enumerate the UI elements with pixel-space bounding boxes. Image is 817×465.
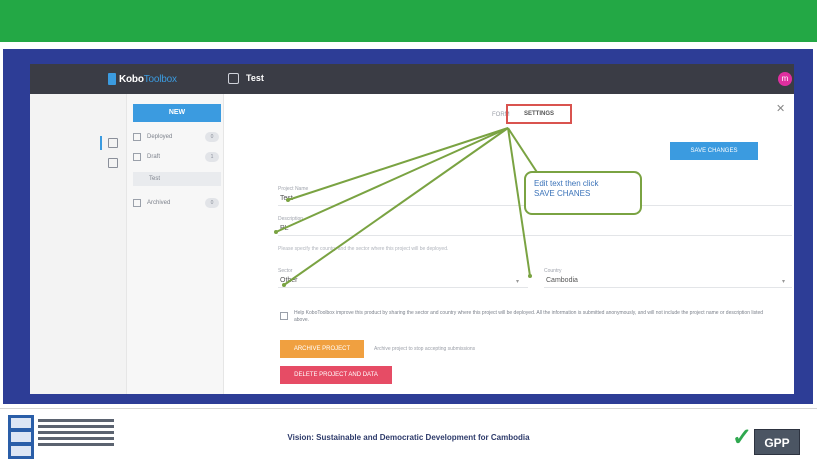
checkmark-icon: ✓ [732,424,753,451]
archived-icon [133,199,141,207]
sidebar-item-draft[interactable]: Draft 1 [133,150,221,164]
user-avatar[interactable]: m [778,72,792,86]
sidebar-item-label: Deployed [147,134,173,140]
callout-line-1: Edit text then click [534,179,599,188]
sidebar-item-deployed[interactable]: Deployed 0 [133,130,221,144]
tab-settings[interactable]: SETTINGS [506,104,572,124]
logo-accent-text: Toolbox [143,73,177,85]
description-input[interactable]: PL [278,222,792,236]
top-green-band [0,0,817,42]
app-header: KoboToolbox Test m [30,64,794,94]
share-info-checkbox[interactable] [280,312,288,320]
count-badge: 0 [205,132,219,142]
archive-project-button[interactable]: ARCHIVE PROJECT [280,340,364,358]
delete-project-button[interactable]: DELETE PROJECT AND DATA [280,366,392,384]
archive-note: Archive project to stop accepting submis… [374,346,476,352]
gpp-logo: ✓ GPP [732,417,802,457]
kobotoolbox-logo[interactable]: KoboToolbox [108,72,177,86]
forms-icon[interactable] [108,138,118,148]
sidebar-item-label: Draft [147,154,161,160]
chevron-down-icon[interactable]: ▾ [782,278,785,285]
consent-text: Help KoboToolbox improve this product by… [294,310,764,323]
slide: KoboToolbox Test m NEW Deployed 0 Draft … [0,0,817,465]
save-changes-button[interactable]: SAVE CHANGES [670,142,758,160]
left-rail [30,94,126,394]
settings-panel: FORM SETTINGS ✕ SAVE CHANGES Project Nam… [224,94,794,394]
logo-mark-icon [108,73,116,85]
chevron-down-icon[interactable]: ▾ [516,278,519,285]
draft-icon [133,153,141,161]
country-select[interactable]: Cambodia [544,274,792,288]
project-title: Test [246,73,264,83]
kobotoolbox-window: KoboToolbox Test m NEW Deployed 0 Draft … [30,64,794,394]
new-project-button[interactable]: NEW [133,104,221,122]
count-badge: 1 [205,152,219,162]
projects-sidebar: NEW Deployed 0 Draft 1 Test Archived 0 [126,94,224,394]
rail-selection-indicator [100,136,102,150]
vision-statement: Vision: Sustainable and Democratic Devel… [287,433,530,442]
sidebar-project-test[interactable]: Test [133,172,221,186]
annotation-callout: Edit text then click SAVE CHANES [524,171,642,215]
sidebar-item-label: Archived [147,200,171,206]
count-badge: 0 [205,198,219,208]
sector-select[interactable]: Other [278,274,528,288]
sidebar-item-archived[interactable]: Archived 0 [133,196,221,210]
gpp-label: GPP [754,429,800,455]
project-icon [228,73,239,84]
logo-primary-text: Kobo [119,73,144,85]
close-icon[interactable]: ✕ [776,102,785,115]
library-icon[interactable] [108,158,118,168]
footer-strip: Vision: Sustainable and Democratic Devel… [0,408,817,465]
help-text: Please specify the country and the secto… [278,246,449,252]
deployed-icon [133,133,141,141]
callout-line-2: SAVE CHANES [534,189,591,198]
